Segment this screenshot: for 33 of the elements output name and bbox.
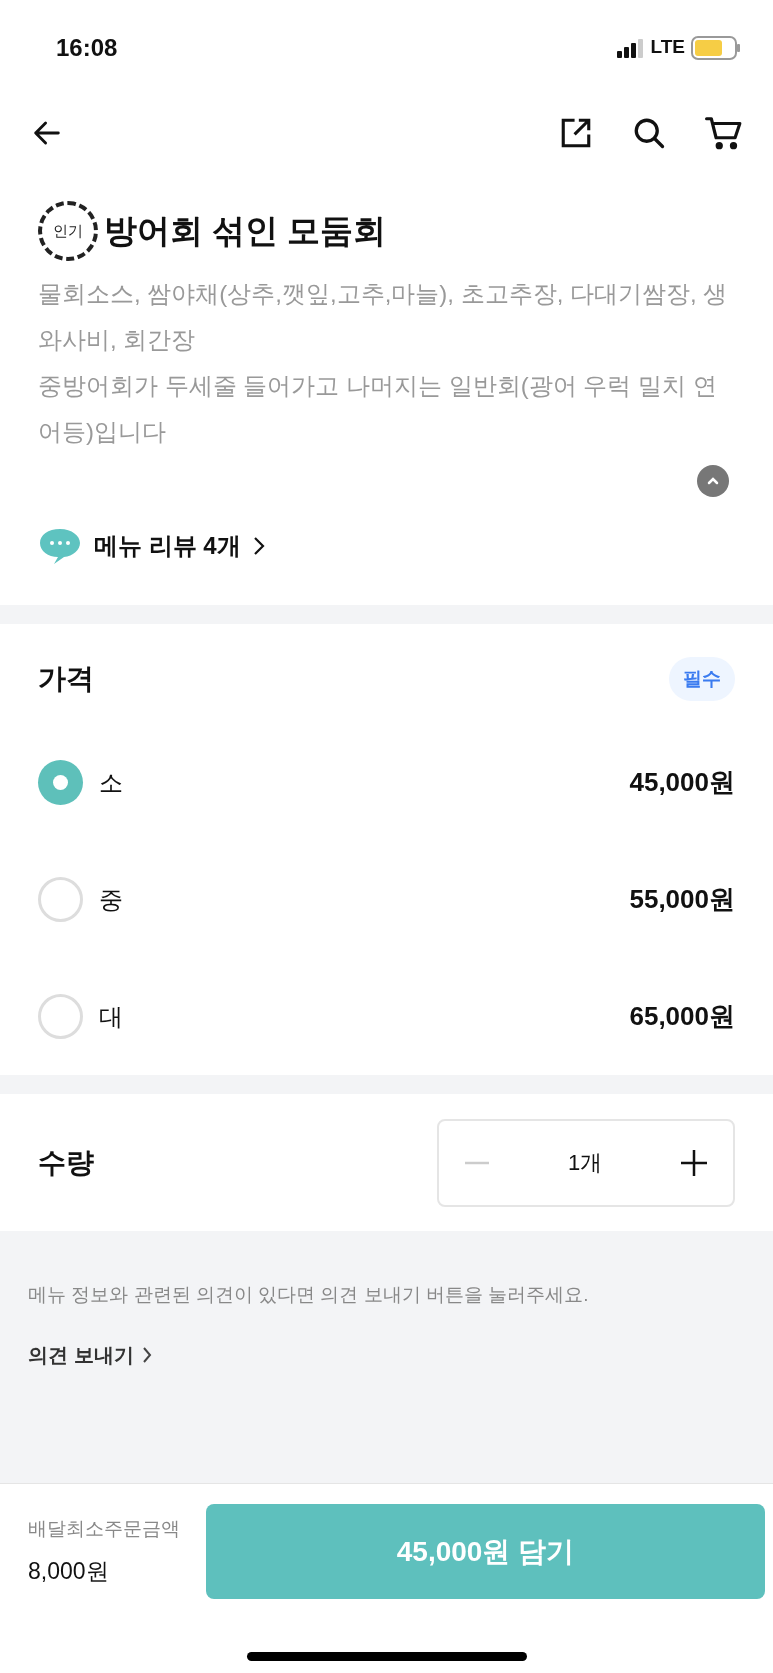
chevron-right-icon [141, 1345, 152, 1364]
popular-badge: 인기 [38, 201, 98, 261]
section-title: 가격 [38, 662, 94, 696]
radio-button[interactable] [38, 877, 83, 922]
speech-bubble-icon [38, 527, 82, 565]
min-order-label: 배달최소주문금액 [28, 1517, 181, 1541]
menu-title: 방어회 섞인 모둠회 [104, 211, 387, 252]
chevron-right-icon [252, 536, 265, 556]
quantity-value: 1개 [567, 1149, 603, 1177]
section-title: 수량 [38, 1145, 94, 1180]
option-price: 45,000원 [629, 766, 735, 799]
collapse-button[interactable] [697, 465, 729, 497]
menu-description: 물회소스, 쌈야채(상추,깻잎,고추,마늘), 초고추장, 다대기쌈장, 생와사비, 회간장 [38, 279, 729, 355]
option-label: 중 [99, 884, 123, 915]
option-price: 55,000원 [629, 883, 735, 916]
status-time: 16:08 [56, 32, 118, 63]
feedback-link[interactable]: 의견 보내기 [28, 1339, 745, 1370]
signal-icon [616, 37, 645, 58]
feedback-text: 메뉴 정보와 관련된 의견이 있다면 의견 보내기 버튼을 눌러주세요. [28, 1283, 590, 1307]
review-link[interactable]: 메뉴 리뷰 4개 [94, 528, 265, 564]
radio-button[interactable] [38, 760, 83, 805]
network-label: LTE [650, 35, 685, 60]
option-price: 65,000원 [629, 1000, 735, 1033]
option-label: 대 [99, 1001, 123, 1032]
menu-description: 중방어회가 두세줄 들어가고 나머지는 일반회(광어 우럭 밀치 연어등)입니다 [38, 371, 718, 447]
radio-button[interactable] [38, 994, 83, 1039]
battery-icon [691, 35, 741, 60]
option-label: 소 [99, 767, 123, 798]
min-order-value: 8,000원 [28, 1556, 110, 1586]
cart-icon[interactable] [705, 114, 743, 152]
plus-icon[interactable] [679, 1147, 709, 1178]
share-icon[interactable] [559, 116, 593, 150]
required-badge: 필수 [669, 656, 735, 702]
